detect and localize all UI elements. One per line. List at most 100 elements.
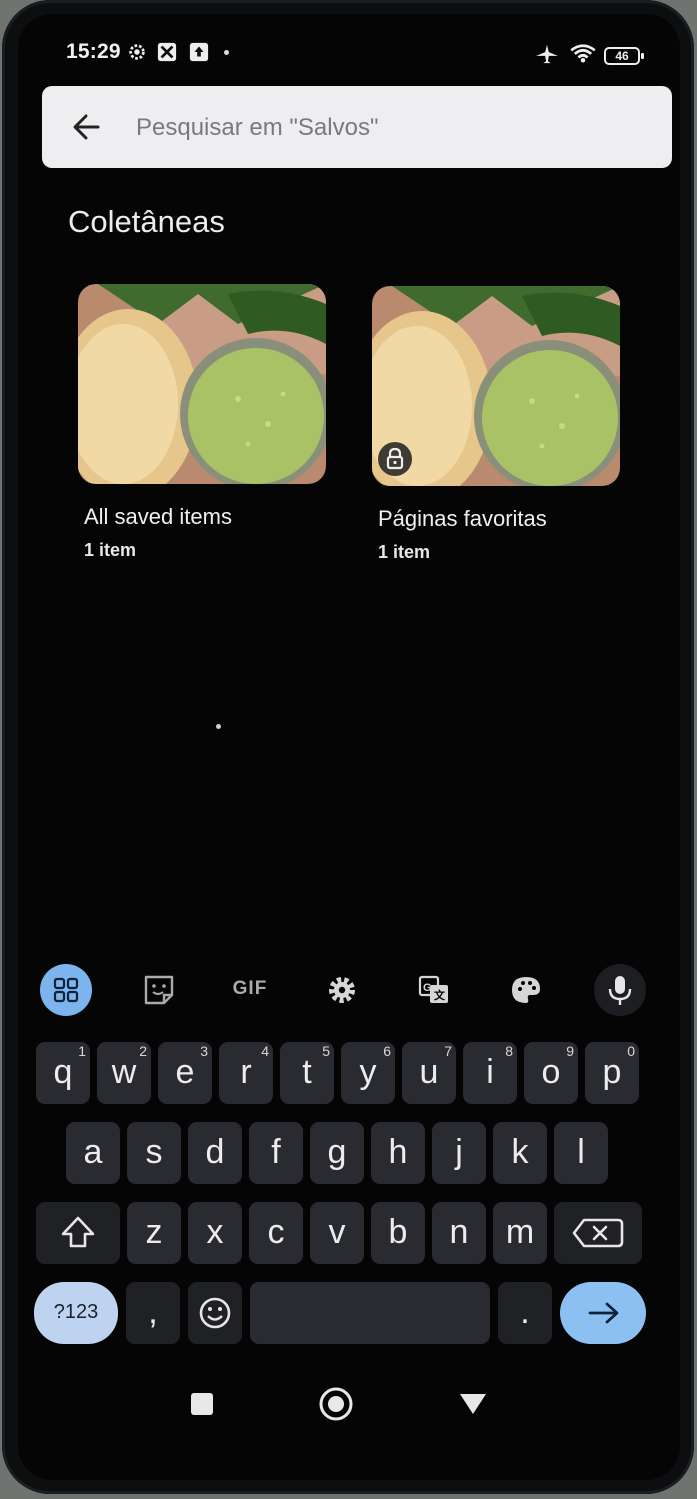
key-hint: 3 [200,1043,208,1059]
key-label: o [541,1053,561,1091]
translate-icon: G 文 [418,975,448,1003]
gear-icon [329,977,355,1003]
key-q[interactable]: q1 [36,1042,90,1104]
key-label: r [240,1053,252,1091]
space-key[interactable] [250,1282,490,1344]
key-g[interactable]: g [310,1122,364,1184]
shift-key[interactable] [36,1202,120,1264]
key-c[interactable]: c [249,1202,303,1264]
home-circle-icon[interactable] [318,1386,354,1422]
key-d[interactable]: d [188,1122,242,1184]
collection-count: 1 item [84,540,137,560]
collection-thumbnail [372,286,620,486]
key-a[interactable]: a [66,1122,120,1184]
sticker-button[interactable] [133,964,185,1016]
key-x[interactable]: x [188,1202,242,1264]
app-notification-icon [157,42,177,62]
collection-count: 1 item [378,542,431,562]
key-label: y [359,1053,377,1091]
gif-label: GIF [232,978,268,999]
key-s[interactable]: s [127,1122,181,1184]
key-u[interactable]: u7 [402,1042,456,1104]
emoji-key[interactable] [188,1282,242,1344]
lock-icon [378,442,412,476]
on-screen-keyboard: GIF G 文 q 1 w 2 e 3 r 4 t 5 y 6 u 7 i 8 … [18,944,680,1384]
key-l[interactable]: l [554,1122,608,1184]
notification-dot [224,50,229,55]
key-j[interactable]: j [432,1122,486,1184]
gif-button[interactable]: GIF [224,964,276,1016]
gear-icon [129,44,145,60]
key-hint: 5 [322,1043,330,1059]
microphone-icon [608,976,632,1005]
battery-indicator: 46 [604,47,644,65]
collection-title: Páginas favoritas [378,506,547,531]
phone-frame: 15:29 46 Coletâneas [2,0,694,1494]
key-y[interactable]: y6 [341,1042,395,1104]
dust-speck [216,724,221,729]
keyboard-apps-button[interactable] [40,964,92,1016]
key-label: u [419,1053,439,1091]
emoji-icon [199,1297,231,1329]
key-label: e [175,1053,195,1091]
svg-text:G: G [423,982,432,994]
key-k[interactable]: k [493,1122,547,1184]
search-input[interactable] [134,106,638,150]
key-e[interactable]: e3 [158,1042,212,1104]
period-key[interactable]: . [498,1282,552,1344]
svg-text:文: 文 [434,988,446,1002]
search-bar [42,86,672,168]
key-f[interactable]: f [249,1122,303,1184]
key-hint: 8 [505,1043,513,1059]
back-triangle-icon[interactable] [458,1390,488,1418]
key-label: w [111,1053,137,1091]
navigation-bar [18,1382,680,1462]
key-hint: 4 [261,1043,269,1059]
status-time: 15:29 [66,40,121,63]
backspace-icon [572,1218,624,1248]
theme-button[interactable] [500,964,552,1016]
symbols-key[interactable]: ?123 [34,1282,118,1344]
key-hint: 9 [566,1043,574,1059]
key-m[interactable]: m [493,1202,547,1264]
key-hint: 1 [78,1043,86,1059]
section-title: Coletâneas [68,204,225,239]
enter-key[interactable] [560,1282,646,1344]
collection-thumbnail [78,284,326,484]
keyboard-settings-button[interactable] [316,964,368,1016]
key-hint: 0 [627,1043,635,1059]
key-hint: 2 [139,1043,147,1059]
sticker-icon [144,975,174,1005]
key-hint: 6 [383,1043,391,1059]
comma-key[interactable]: , [126,1282,180,1344]
key-o[interactable]: o9 [524,1042,578,1104]
status-bar: 15:29 46 [18,14,680,82]
collection-title: All saved items [84,504,232,529]
palette-icon [512,977,540,1003]
key-n[interactable]: n [432,1202,486,1264]
key-t[interactable]: t5 [280,1042,334,1104]
key-label: t [302,1053,312,1091]
arrow-right-icon [588,1302,619,1324]
voice-input-button[interactable] [594,964,646,1016]
key-b[interactable]: b [371,1202,425,1264]
screen: 15:29 46 Coletâneas [18,14,680,1480]
recents-square-icon[interactable] [188,1390,216,1418]
key-i[interactable]: i8 [463,1042,517,1104]
wifi-icon [570,44,596,63]
backspace-key[interactable] [554,1202,642,1264]
key-label: p [602,1053,622,1091]
translate-button[interactable]: G 文 [408,964,460,1016]
key-p[interactable]: p0 [585,1042,639,1104]
key-h[interactable]: h [371,1122,425,1184]
shift-icon [61,1216,95,1248]
key-w[interactable]: w2 [97,1042,151,1104]
back-arrow-icon[interactable] [70,110,104,144]
key-v[interactable]: v [310,1202,364,1264]
airplane-icon [536,44,558,64]
key-hint: 7 [444,1043,452,1059]
key-label: q [53,1053,73,1091]
key-z[interactable]: z [127,1202,181,1264]
key-r[interactable]: r4 [219,1042,273,1104]
upload-icon [189,42,209,62]
